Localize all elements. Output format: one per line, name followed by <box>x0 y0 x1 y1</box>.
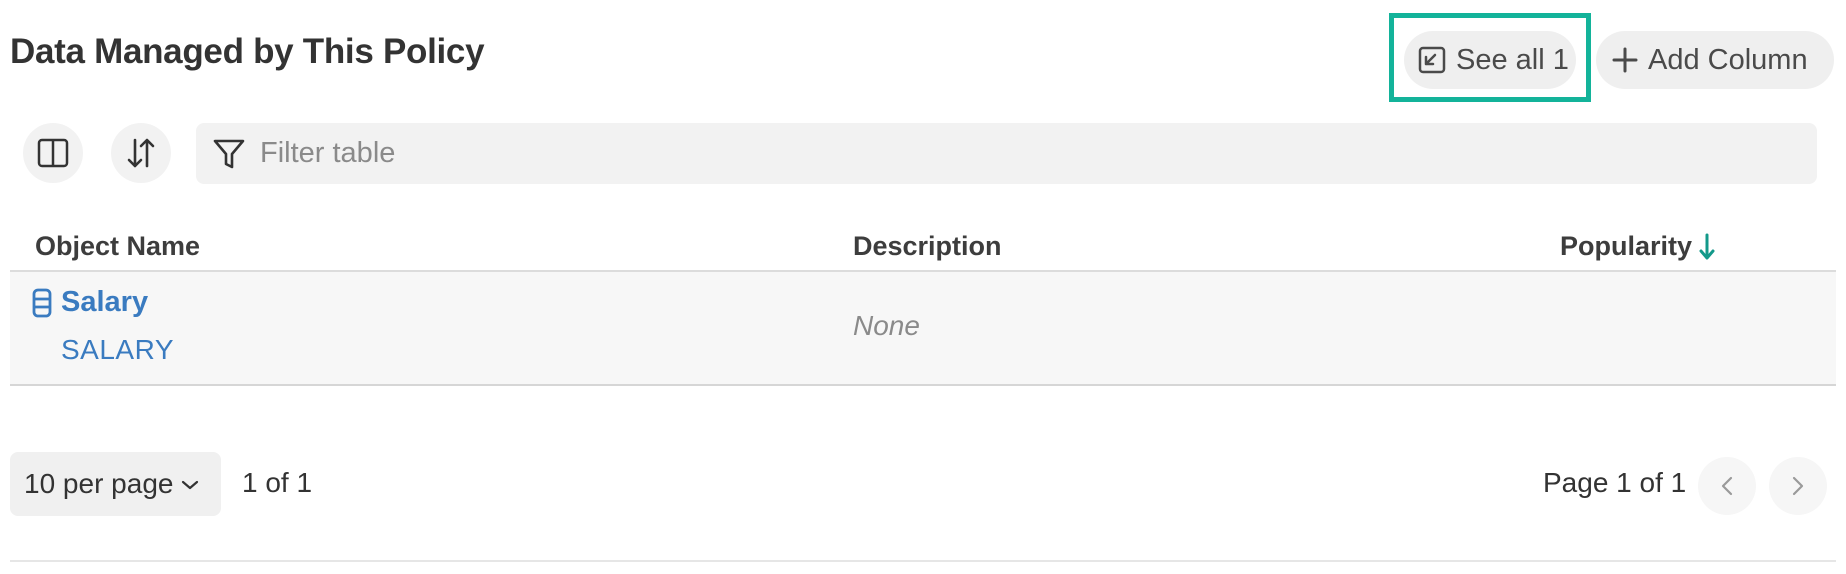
filter-icon <box>213 139 245 168</box>
table-row[interactable]: Salary SALARY None <box>10 272 1836 386</box>
object-name-link[interactable]: Salary <box>61 286 148 319</box>
chevron-right-icon <box>1792 476 1804 496</box>
sort-button[interactable] <box>111 123 171 183</box>
chevron-down-icon <box>182 480 199 490</box>
column-header-description[interactable]: Description <box>853 231 1002 262</box>
range-label: 1 of 1 <box>242 467 313 498</box>
previous-page-button[interactable] <box>1698 457 1756 515</box>
add-column-button[interactable]: Add Column <box>1596 31 1834 89</box>
object-subtitle: SALARY <box>61 334 174 365</box>
open-external-icon <box>1418 46 1446 74</box>
arrow-down-icon <box>1699 233 1715 259</box>
page-title: Data Managed by This Policy <box>10 32 485 71</box>
table-icon <box>32 288 52 318</box>
next-page-button[interactable] <box>1769 457 1827 515</box>
page-label: Page 1 of 1 <box>1543 467 1687 498</box>
see-all-label: See all 1 <box>1456 43 1569 76</box>
sort-icon <box>127 138 155 168</box>
filter-input[interactable] <box>260 137 1660 170</box>
column-header-object-name[interactable]: Object Name <box>35 231 200 262</box>
column-header-popularity-label: Popularity <box>1560 231 1693 261</box>
bottom-divider <box>10 560 1836 562</box>
column-header-popularity[interactable]: Popularity <box>1560 231 1716 262</box>
columns-icon <box>37 138 69 168</box>
toggle-columns-button[interactable] <box>23 123 83 183</box>
plus-icon <box>1612 47 1638 73</box>
add-column-label: Add Column <box>1648 43 1808 76</box>
see-all-button[interactable]: See all 1 <box>1404 31 1576 89</box>
object-description: None <box>853 310 920 341</box>
per-page-label: 10 per page <box>24 468 174 499</box>
chevron-left-icon <box>1721 476 1733 496</box>
filter-bar <box>196 123 1817 184</box>
per-page-select[interactable]: 10 per page <box>10 452 221 516</box>
